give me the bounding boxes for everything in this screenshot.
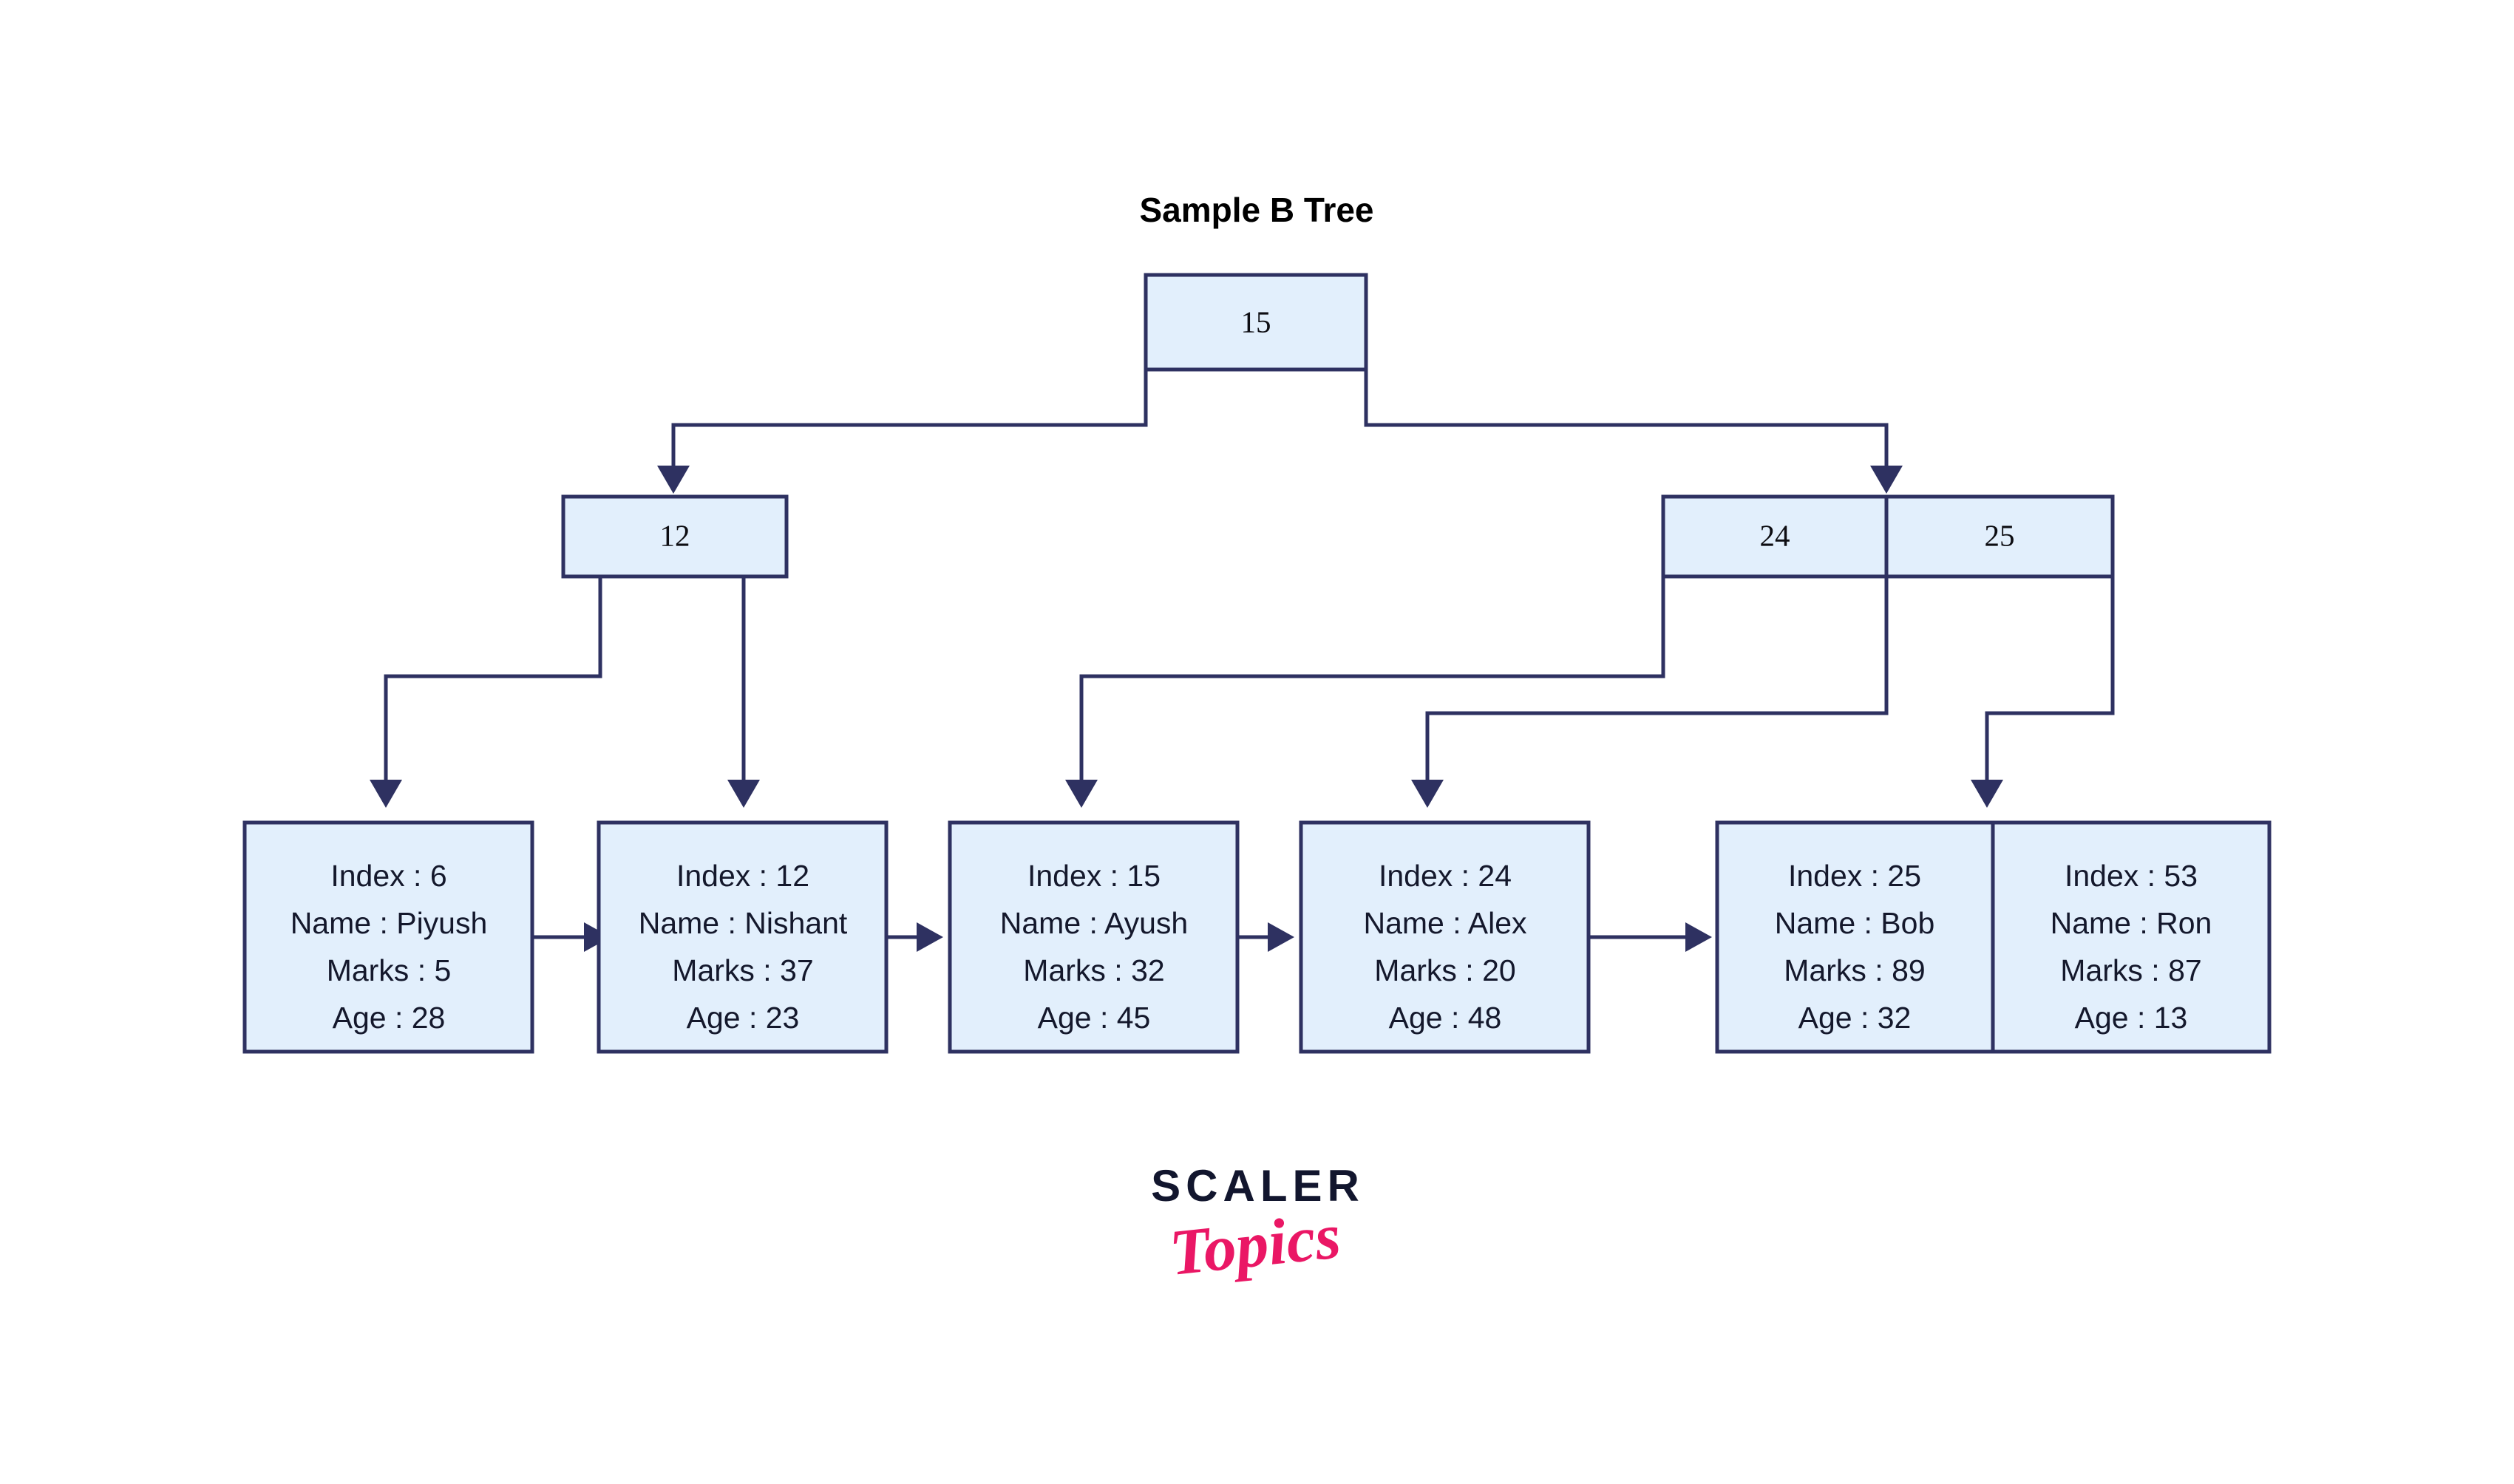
page-title: Sample B Tree xyxy=(1139,191,1373,229)
leaf-chain-arrow-2-3 xyxy=(886,922,943,952)
edge-internal-right-to-leaf-4 xyxy=(1411,576,1889,808)
edge-root-to-internal-right xyxy=(1364,370,1903,494)
leaf-5-record-2-age: Age : 13 xyxy=(2075,1001,2188,1035)
leaf-node-1: Index : 6 Name : Piyush Marks : 5 Age : … xyxy=(242,820,534,1054)
arrowhead-icon xyxy=(1971,780,2003,808)
arrowhead-icon xyxy=(1065,780,1098,808)
leaf-4-age: Age : 48 xyxy=(1389,1001,1502,1035)
edge-internal-left-to-leaf-1 xyxy=(370,576,602,808)
leaf-5-record-2-name: Name : Ron xyxy=(2051,906,2212,940)
arrowhead-icon xyxy=(1685,922,1712,952)
edge-internal-left-to-leaf-2 xyxy=(727,576,760,808)
internal-left-key-0: 12 xyxy=(660,518,690,552)
internal-right-key-0: 24 xyxy=(1760,518,1790,552)
logo-wordmark-topics: Topics xyxy=(1166,1200,1345,1290)
arrowhead-icon xyxy=(370,780,402,808)
leaf-2-age: Age : 23 xyxy=(687,1001,800,1035)
root-node: 15 xyxy=(1144,273,1368,372)
leaf-1-marks: Marks : 5 xyxy=(327,953,452,987)
edge-internal-right-to-leaf-3 xyxy=(1065,576,1665,808)
arrowhead-icon xyxy=(657,466,690,494)
leaf-1-index: Index : 6 xyxy=(330,859,446,893)
leaf-3-index: Index : 15 xyxy=(1027,859,1161,893)
leaf-5-record-2-index: Index : 53 xyxy=(2065,859,2198,893)
arrowhead-icon xyxy=(917,922,943,952)
leaf-3-age: Age : 45 xyxy=(1038,1001,1151,1035)
internal-node-left: 12 xyxy=(561,494,789,579)
internal-node-right: 24 25 xyxy=(1661,494,2115,579)
leaf-node-3: Index : 15 Name : Ayush Marks : 32 Age :… xyxy=(948,820,1240,1054)
arrowhead-icon xyxy=(1268,922,1294,952)
leaf-5-record-1-index: Index : 25 xyxy=(1788,859,1921,893)
arrowhead-icon xyxy=(1411,780,1444,808)
leaf-1-name: Name : Piyush xyxy=(291,906,488,940)
leaf-3-name: Name : Ayush xyxy=(1000,906,1189,940)
leaf-chain-arrow-4-5 xyxy=(1589,922,1712,952)
leaf-node-4: Index : 24 Name : Alex Marks : 20 Age : … xyxy=(1299,820,1591,1054)
edge-root-to-internal-left xyxy=(657,370,1148,494)
leaf-2-marks: Marks : 37 xyxy=(672,953,813,987)
edge-internal-right-to-leaf-5 xyxy=(1971,576,2115,808)
arrowhead-icon xyxy=(1870,466,1903,494)
leaf-1-age: Age : 28 xyxy=(333,1001,446,1035)
leaf-5-record-1-age: Age : 32 xyxy=(1798,1001,1912,1035)
leaf-5-record-1-marks: Marks : 89 xyxy=(1784,953,1925,987)
leaf-node-5: Index : 25 Name : Bob Marks : 89 Age : 3… xyxy=(1715,820,2272,1054)
arrowhead-icon xyxy=(727,780,760,808)
leaf-chain-arrow-3-4 xyxy=(1237,922,1294,952)
scaler-topics-logo: SCALER Topics xyxy=(1107,1164,1403,1341)
leaf-node-2: Index : 12 Name : Nishant Marks : 37 Age… xyxy=(597,820,889,1054)
root-key-0: 15 xyxy=(1241,304,1271,338)
leaf-2-index: Index : 12 xyxy=(676,859,809,893)
leaf-4-name: Name : Alex xyxy=(1363,906,1527,940)
leaf-2-name: Name : Nishant xyxy=(639,906,848,940)
leaf-3-marks: Marks : 32 xyxy=(1023,953,1164,987)
leaf-5-record-2-marks: Marks : 87 xyxy=(2060,953,2201,987)
internal-right-key-1: 25 xyxy=(1985,518,2015,552)
leaf-5-record-1-name: Name : Bob xyxy=(1775,906,1935,940)
leaf-4-index: Index : 24 xyxy=(1379,859,1512,893)
diagram-canvas: Sample B Tree 15 12 24 25 Index: 6 Name… xyxy=(0,0,2514,1484)
leaf-4-marks: Marks : 20 xyxy=(1374,953,1515,987)
